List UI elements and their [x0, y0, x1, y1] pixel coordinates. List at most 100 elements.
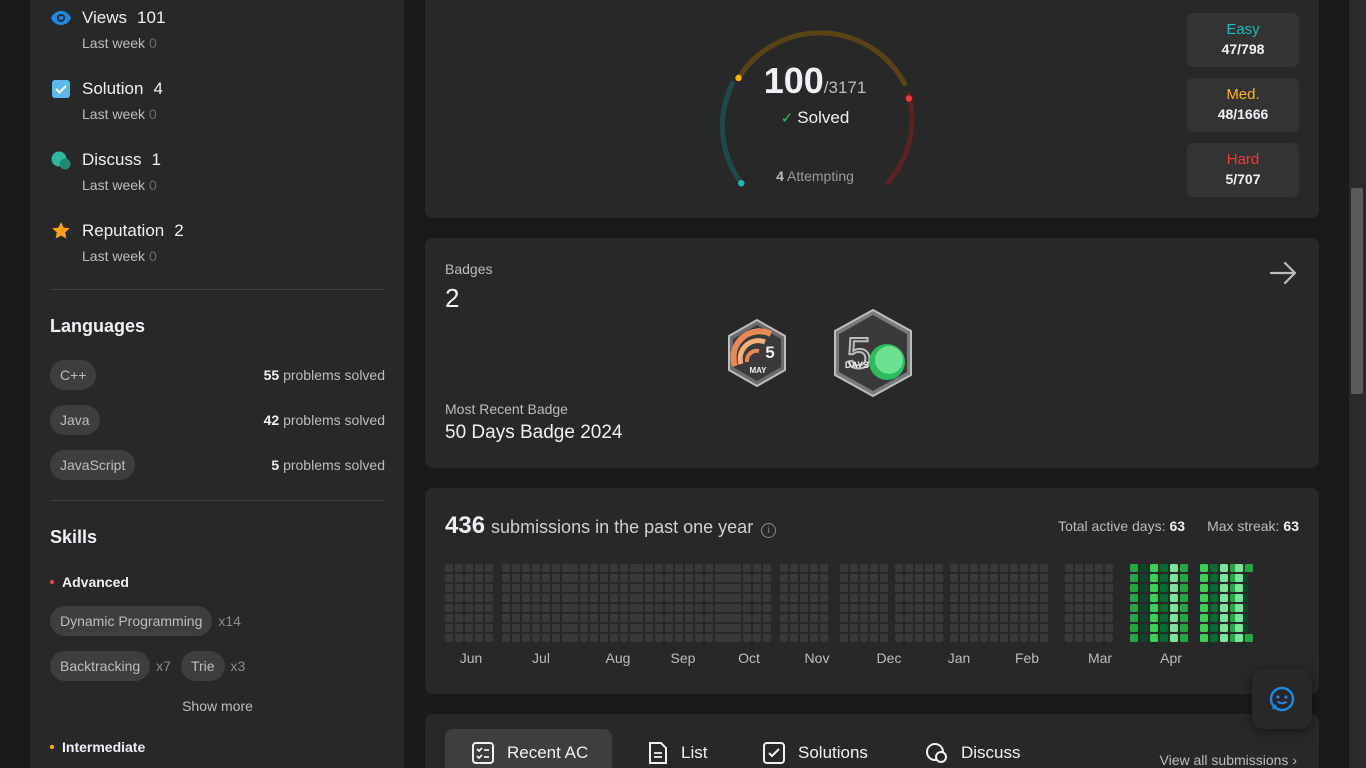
- heatmap-cell[interactable]: [600, 564, 608, 572]
- heatmap-cell[interactable]: [723, 614, 731, 622]
- heatmap-cell[interactable]: [1220, 634, 1228, 642]
- heatmap-cell[interactable]: [635, 614, 643, 622]
- heatmap-cell[interactable]: [790, 634, 798, 642]
- heatmap-cell[interactable]: [685, 584, 693, 592]
- heatmap-cell[interactable]: [455, 624, 463, 632]
- page-scrollbar[interactable]: [1349, 0, 1366, 768]
- heatmap-cell[interactable]: [635, 594, 643, 602]
- heatmap-cell[interactable]: [445, 564, 453, 572]
- heatmap-cell[interactable]: [870, 604, 878, 612]
- heatmap-cell[interactable]: [715, 634, 723, 642]
- heatmap-cell[interactable]: [562, 564, 570, 572]
- heatmap-cell[interactable]: [850, 624, 858, 632]
- heatmap-cell[interactable]: [790, 564, 798, 572]
- heatmap-cell[interactable]: [455, 584, 463, 592]
- easy-stat-box[interactable]: Easy 47/798: [1187, 13, 1299, 67]
- heatmap-cell[interactable]: [1040, 574, 1048, 582]
- heatmap-cell[interactable]: [820, 574, 828, 582]
- heatmap-cell[interactable]: [915, 624, 923, 632]
- heatmap-cell[interactable]: [1160, 624, 1168, 632]
- heatmap-cell[interactable]: [960, 624, 968, 632]
- heatmap-cell[interactable]: [1160, 564, 1168, 572]
- heatmap-cell[interactable]: [1235, 584, 1243, 592]
- heatmap-cell[interactable]: [562, 584, 570, 592]
- heatmap-cell[interactable]: [635, 624, 643, 632]
- heatmap-cell[interactable]: [1160, 604, 1168, 612]
- heatmap-cell[interactable]: [715, 584, 723, 592]
- heatmap-cell[interactable]: [600, 624, 608, 632]
- heatmap-cell[interactable]: [580, 584, 588, 592]
- heatmap-cell[interactable]: [665, 564, 673, 572]
- heatmap-cell[interactable]: [1150, 594, 1158, 602]
- heatmap-cell[interactable]: [1140, 564, 1148, 572]
- heatmap-cell[interactable]: [570, 574, 578, 582]
- heatmap-cell[interactable]: [780, 574, 788, 582]
- heatmap-cell[interactable]: [1170, 574, 1178, 582]
- heatmap-cell[interactable]: [810, 604, 818, 612]
- heatmap-cell[interactable]: [800, 584, 808, 592]
- heatmap-cell[interactable]: [880, 604, 888, 612]
- heatmap-cell[interactable]: [1000, 624, 1008, 632]
- heatmap-cell[interactable]: [1040, 604, 1048, 612]
- heatmap-cell[interactable]: [1030, 584, 1038, 592]
- heatmap-cell[interactable]: [1200, 614, 1208, 622]
- heatmap-cell[interactable]: [685, 604, 693, 612]
- heatmap-cell[interactable]: [950, 604, 958, 612]
- heatmap-cell[interactable]: [1220, 624, 1228, 632]
- heatmap-cell[interactable]: [590, 584, 598, 592]
- heatmap-cell[interactable]: [790, 614, 798, 622]
- heatmap-cell[interactable]: [1130, 574, 1138, 582]
- heatmap-cell[interactable]: [552, 574, 560, 582]
- heatmap-cell[interactable]: [465, 574, 473, 582]
- heatmap-cell[interactable]: [1210, 614, 1218, 622]
- heatmap-cell[interactable]: [870, 594, 878, 602]
- heatmap-cell[interactable]: [960, 614, 968, 622]
- heatmap-cell[interactable]: [645, 574, 653, 582]
- heatmap-cell[interactable]: [780, 594, 788, 602]
- heatmap-cell[interactable]: [1020, 574, 1028, 582]
- heatmap-cell[interactable]: [970, 634, 978, 642]
- heatmap-cell[interactable]: [1030, 564, 1038, 572]
- heatmap-cell[interactable]: [522, 604, 530, 612]
- heatmap-cell[interactable]: [1150, 614, 1158, 622]
- heatmap-cell[interactable]: [850, 614, 858, 622]
- heatmap-cell[interactable]: [1150, 604, 1158, 612]
- heatmap-cell[interactable]: [1075, 594, 1083, 602]
- heatmap-cell[interactable]: [1140, 624, 1148, 632]
- heatmap-cell[interactable]: [512, 574, 520, 582]
- heatmap-cell[interactable]: [1235, 614, 1243, 622]
- heatmap-cell[interactable]: [1040, 594, 1048, 602]
- heatmap-cell[interactable]: [780, 604, 788, 612]
- heatmap-cell[interactable]: [780, 634, 788, 642]
- heatmap-cell[interactable]: [810, 594, 818, 602]
- heatmap-cell[interactable]: [502, 614, 510, 622]
- heatmap-cell[interactable]: [465, 634, 473, 642]
- heatmap-cell[interactable]: [485, 634, 493, 642]
- heatmap-cell[interactable]: [870, 574, 878, 582]
- heatmap-cell[interactable]: [1030, 614, 1038, 622]
- solved-gauge[interactable]: 100/3171 ✓ Solved 4 Attempting: [705, 0, 925, 198]
- heatmap-cell[interactable]: [895, 614, 903, 622]
- heatmap-cell[interactable]: [935, 574, 943, 582]
- view-all-submissions-link[interactable]: View all submissions ›: [1160, 752, 1297, 768]
- heatmap-cell[interactable]: [1010, 614, 1018, 622]
- heatmap-cell[interactable]: [675, 604, 683, 612]
- heatmap-cell[interactable]: [1010, 604, 1018, 612]
- heatmap-cell[interactable]: [655, 634, 663, 642]
- heatmap-cell[interactable]: [1235, 604, 1243, 612]
- heatmap-cell[interactable]: [1105, 614, 1113, 622]
- heatmap-cell[interactable]: [925, 564, 933, 572]
- heatmap-cell[interactable]: [1200, 604, 1208, 612]
- heatmap-cell[interactable]: [743, 584, 751, 592]
- heatmap-cell[interactable]: [850, 594, 858, 602]
- tab-discuss[interactable]: Discuss: [899, 729, 1045, 768]
- heatmap-cell[interactable]: [502, 604, 510, 612]
- heatmap-cell[interactable]: [990, 624, 998, 632]
- heatmap-cell[interactable]: [512, 604, 520, 612]
- heatmap-cell[interactable]: [635, 574, 643, 582]
- heatmap-cell[interactable]: [655, 614, 663, 622]
- heatmap-cell[interactable]: [620, 624, 628, 632]
- heatmap-cell[interactable]: [1180, 614, 1188, 622]
- heatmap-cell[interactable]: [695, 604, 703, 612]
- heatmap-cell[interactable]: [1020, 584, 1028, 592]
